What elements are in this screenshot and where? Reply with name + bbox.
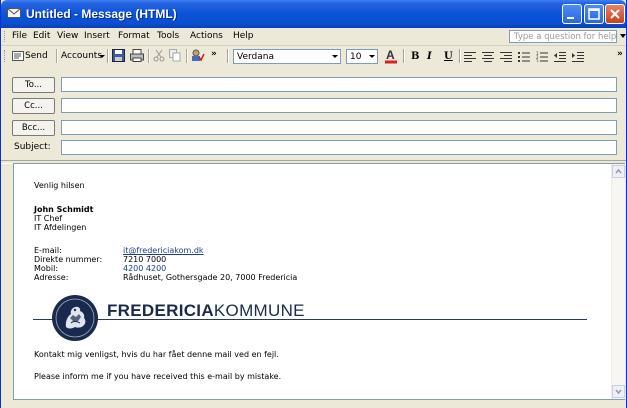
- cut-icon[interactable]: [153, 49, 165, 62]
- email-link[interactable]: it@fredericiakom.dk: [123, 246, 204, 255]
- address-label: Adresse:: [34, 273, 69, 282]
- font-color-icon[interactable]: A: [384, 48, 398, 64]
- bullets-icon[interactable]: [518, 51, 530, 62]
- send-button[interactable]: Send: [25, 51, 48, 61]
- font-name-value: Verdana: [237, 52, 274, 62]
- sender-department: IT Afdelingen: [34, 223, 87, 232]
- vertical-scrollbar[interactable]: [611, 164, 625, 399]
- cc-button[interactable]: Cc...: [12, 98, 55, 114]
- greeting-text: Venlig hilsen: [34, 181, 85, 190]
- cc-field[interactable]: [61, 98, 617, 113]
- chevron-up-icon: [615, 168, 622, 174]
- menu-grip[interactable]: [4, 31, 8, 42]
- address-value: Rådhuset, Gothersgade 20, 7000 Frederici…: [123, 273, 298, 282]
- subject-field[interactable]: [61, 140, 617, 155]
- message-body[interactable]: Venlig hilsen John Schmidt IT Chef IT Af…: [13, 163, 625, 400]
- subject-label: Subject:: [14, 142, 51, 152]
- underline-button[interactable]: U: [444, 51, 453, 62]
- chevron-down-icon: [615, 389, 622, 395]
- print-icon[interactable]: [130, 49, 144, 62]
- svg-text:3: 3: [536, 59, 539, 62]
- bcc-button[interactable]: Bcc...: [12, 120, 55, 136]
- disclaimer-english: Please inform me if you have received th…: [34, 372, 282, 381]
- close-button[interactable]: [605, 4, 625, 24]
- send-icon: [12, 51, 24, 61]
- logo-light-text: KOMMUNE: [213, 301, 305, 320]
- menu-edit[interactable]: Edit: [33, 31, 50, 41]
- check-names-icon[interactable]: [191, 49, 205, 62]
- sender-name: John Schmidt: [34, 205, 94, 214]
- title-bar[interactable]: Untitled - Message (HTML): [1, 0, 626, 28]
- menu-view[interactable]: View: [57, 31, 78, 41]
- direct-phone-value: 7210 7000: [123, 255, 167, 264]
- maximize-icon: [588, 8, 600, 20]
- fredericia-seal-icon: [52, 295, 98, 341]
- message-window: Untitled - Message (HTML) File Edit View…: [0, 0, 627, 408]
- align-center-icon[interactable]: [482, 51, 494, 62]
- font-name-select[interactable]: Verdana: [233, 49, 341, 64]
- minimize-button[interactable]: [562, 4, 582, 24]
- help-search-placeholder: Type a question for help: [514, 32, 617, 42]
- to-field[interactable]: [61, 77, 617, 92]
- bcc-field[interactable]: [61, 120, 617, 135]
- bold-button[interactable]: B: [411, 51, 419, 62]
- mobile-value: 4200 4200: [123, 264, 167, 273]
- numbering-icon[interactable]: 123: [536, 51, 548, 62]
- italic-button[interactable]: I: [427, 51, 432, 62]
- fredericia-logo-wordmark: FREDERICIAKOMMUNE: [107, 301, 305, 321]
- menu-help[interactable]: Help: [233, 31, 254, 41]
- toolbar-end-overflow-button[interactable]: »: [617, 49, 623, 59]
- menu-tools[interactable]: Tools: [157, 31, 179, 41]
- mobile-label: Mobil:: [34, 264, 59, 273]
- minimize-icon: [567, 17, 574, 19]
- svg-text:A: A: [386, 48, 395, 62]
- direct-phone-label: Direkte nummer:: [34, 255, 103, 264]
- toolbar-grip[interactable]: [4, 50, 8, 62]
- scroll-up-button[interactable]: [612, 165, 625, 178]
- menu-insert[interactable]: Insert: [84, 31, 110, 41]
- decrease-indent-icon[interactable]: [554, 51, 566, 62]
- close-icon: [610, 9, 620, 19]
- maximize-button[interactable]: [584, 4, 604, 24]
- font-name-dropdown-icon[interactable]: [332, 55, 338, 58]
- menu-file[interactable]: File: [12, 31, 27, 41]
- toolbar-overflow-button[interactable]: »: [211, 49, 217, 59]
- align-right-icon[interactable]: [500, 51, 512, 62]
- help-search-input[interactable]: Type a question for help: [509, 30, 617, 43]
- scroll-down-button[interactable]: [612, 385, 625, 398]
- disclaimer-danish: Kontakt mig venligst, hvis du har fået d…: [34, 350, 279, 359]
- to-button[interactable]: To...: [12, 77, 55, 93]
- email-label: E-mail:: [34, 246, 62, 255]
- window-title: Untitled - Message (HTML): [26, 7, 177, 21]
- font-size-value: 10: [350, 52, 362, 62]
- increase-indent-icon[interactable]: [572, 51, 584, 62]
- help-dropdown-arrow-icon[interactable]: [620, 34, 626, 38]
- save-icon[interactable]: [112, 49, 125, 62]
- copy-icon[interactable]: [169, 49, 181, 62]
- envelope-icon: [7, 8, 21, 18]
- window-bottom-edge: [1, 401, 626, 408]
- accounts-dropdown-icon[interactable]: [99, 55, 105, 58]
- sender-title: IT Chef: [34, 214, 63, 223]
- accounts-button[interactable]: Accounts: [61, 51, 102, 61]
- align-left-icon[interactable]: [464, 51, 476, 62]
- logo-bold-text: FREDERICIA: [107, 301, 214, 320]
- font-size-dropdown-icon[interactable]: [369, 55, 375, 58]
- menu-actions[interactable]: Actions: [190, 31, 223, 41]
- menu-format[interactable]: Format: [118, 31, 150, 41]
